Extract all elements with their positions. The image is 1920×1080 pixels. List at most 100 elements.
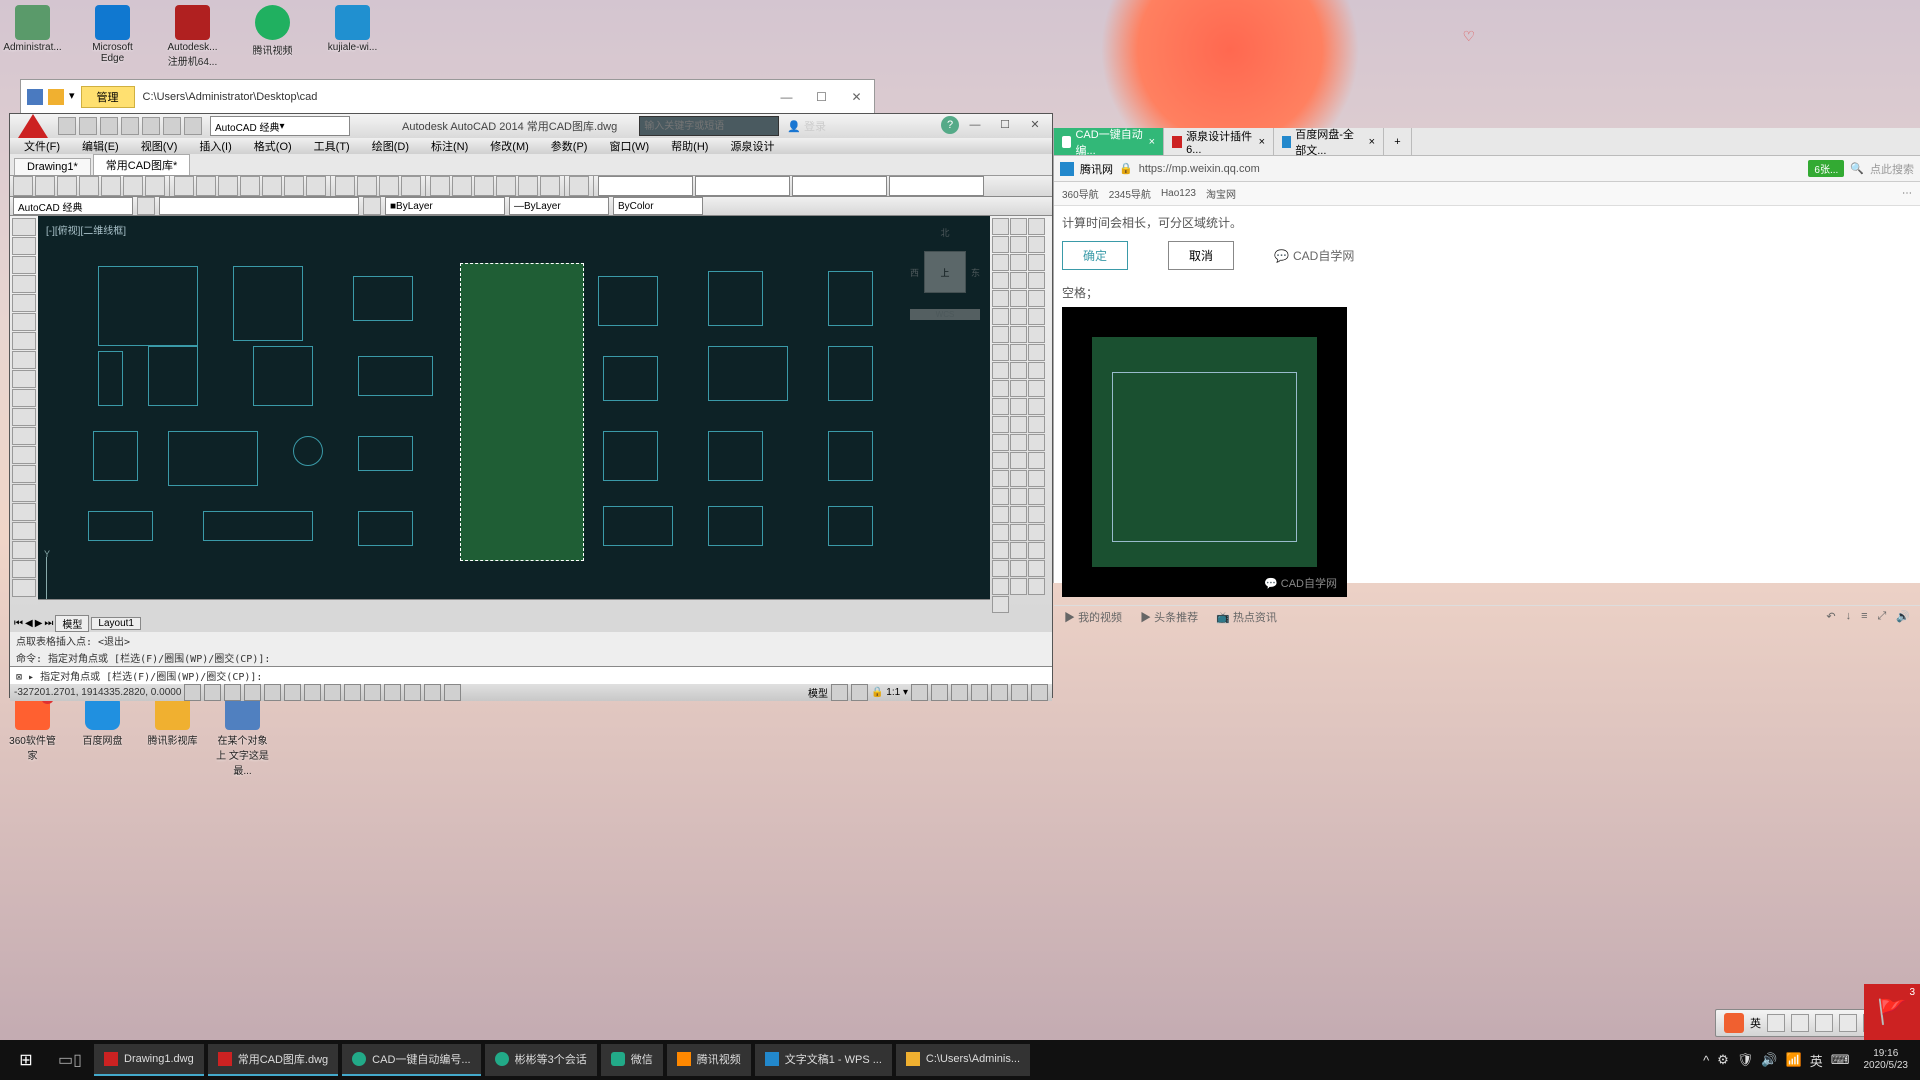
tb-copy-icon[interactable] — [174, 176, 194, 196]
explorer-window[interactable]: ▾ 管理 C:\Users\Administrator\Desktop\cad … — [20, 79, 875, 114]
search-icon[interactable]: 🔍 — [1850, 162, 1864, 175]
tb-zoomw-icon[interactable] — [357, 176, 377, 196]
block-item[interactable] — [828, 346, 873, 401]
tb-qc-icon[interactable] — [540, 176, 560, 196]
taskbar-explorer[interactable]: C:\Users\Adminis... — [896, 1044, 1030, 1076]
tb-dc-icon[interactable] — [452, 176, 472, 196]
desktop-icon-autodesk-keygen[interactable]: Autodesk... 注册机64... — [165, 5, 220, 68]
tb-preview-icon[interactable] — [101, 176, 121, 196]
dim22-icon[interactable] — [1010, 434, 1027, 451]
qat-save-icon[interactable] — [100, 117, 118, 135]
revcloud-icon[interactable] — [12, 351, 36, 369]
menu-file[interactable]: 文件(F) — [14, 138, 70, 154]
menu-insert[interactable]: 插入(I) — [189, 138, 241, 154]
trim-icon[interactable] — [992, 272, 1009, 289]
block-icon[interactable] — [12, 446, 36, 464]
erase-icon[interactable] — [992, 218, 1009, 235]
taskbar-drawing1[interactable]: Drawing1.dwg — [94, 1044, 204, 1076]
explorer-minimize[interactable]: — — [769, 82, 804, 112]
dim45-icon[interactable] — [992, 578, 1009, 595]
dim3-icon[interactable] — [992, 326, 1009, 343]
dim48-icon[interactable] — [992, 596, 1009, 613]
tb-paste-icon[interactable] — [196, 176, 216, 196]
dim23-icon[interactable] — [1028, 434, 1045, 451]
autocad-logo-icon[interactable] — [18, 114, 48, 138]
am-toggle[interactable] — [444, 684, 461, 701]
move-icon[interactable] — [1028, 236, 1045, 253]
dim11-icon[interactable] — [1028, 362, 1045, 379]
dim29-icon[interactable] — [1028, 470, 1045, 487]
explorer-quickaccess[interactable]: ▾ — [21, 89, 81, 105]
dyn-toggle[interactable] — [344, 684, 361, 701]
tab-model[interactable]: 模型 — [55, 615, 89, 632]
tray-icon[interactable]: ⚙ — [1717, 1052, 1729, 1068]
block-item[interactable] — [253, 346, 313, 406]
chamfer-icon[interactable] — [1010, 290, 1027, 307]
block-item[interactable] — [708, 506, 763, 546]
explorer-path[interactable]: C:\Users\Administrator\Desktop\cad — [135, 91, 769, 103]
menu-dimension[interactable]: 标注(N) — [421, 138, 478, 154]
dim39-icon[interactable] — [992, 542, 1009, 559]
block-item[interactable] — [233, 266, 303, 341]
break-icon[interactable] — [1028, 272, 1045, 289]
search-input[interactable] — [639, 116, 779, 136]
tb-redo-icon[interactable] — [284, 176, 304, 196]
selection-rectangle[interactable] — [460, 263, 584, 561]
copy-icon[interactable] — [1010, 218, 1027, 235]
desktop-icon-textdoc[interactable]: 在某个对象上 文字这是最... — [215, 695, 270, 777]
status-icon[interactable] — [951, 684, 968, 701]
tb-cut-icon[interactable] — [145, 176, 165, 196]
dim30-icon[interactable] — [992, 488, 1009, 505]
ime-btn[interactable] — [1815, 1014, 1833, 1032]
block-item[interactable] — [708, 271, 763, 326]
block-item[interactable] — [358, 356, 433, 396]
menu-window[interactable]: 窗口(W) — [599, 138, 659, 154]
workspace-combo[interactable]: AutoCAD 经典 — [13, 197, 133, 215]
status-clean-icon[interactable] — [1031, 684, 1048, 701]
tb-zoom-icon[interactable] — [335, 176, 355, 196]
tab-drawing1[interactable]: Drawing1* — [14, 158, 91, 175]
cad-titlebar[interactable]: AutoCAD 经典 ▾ Autodesk AutoCAD 2014 常用CAD… — [10, 114, 1052, 138]
tray-ime-icon[interactable]: 英 — [1810, 1051, 1823, 1070]
viewcube[interactable]: 北 西上东 WCS — [910, 226, 980, 336]
cad-close[interactable]: ✕ — [1021, 116, 1049, 136]
tpy-toggle[interactable] — [384, 684, 401, 701]
addsel-icon[interactable] — [12, 579, 36, 597]
gradient-icon[interactable] — [12, 503, 36, 521]
dim18-icon[interactable] — [992, 416, 1009, 433]
annotation-scale[interactable]: 🔒 1:1 ▾ — [871, 687, 908, 698]
horizontal-scrollbar[interactable] — [38, 599, 990, 615]
tray-up-icon[interactable]: ^ — [1703, 1053, 1709, 1068]
dim4-icon[interactable] — [1010, 326, 1027, 343]
tray-keyboard-icon[interactable]: ⌨ — [1831, 1052, 1850, 1068]
notification-badge[interactable]: 🚩 3 — [1864, 984, 1920, 1040]
block-item[interactable] — [358, 511, 413, 546]
dim2-icon[interactable] — [1028, 308, 1045, 325]
menu-parametric[interactable]: 参数(P) — [541, 138, 598, 154]
tb-zoome-icon[interactable] — [401, 176, 421, 196]
dim1-icon[interactable] — [1010, 308, 1027, 325]
dim15-icon[interactable] — [992, 398, 1009, 415]
insert-icon[interactable] — [12, 427, 36, 445]
ortho-toggle[interactable] — [224, 684, 241, 701]
ellipsearc-icon[interactable] — [12, 408, 36, 426]
dim40-icon[interactable] — [1010, 542, 1027, 559]
dim6-icon[interactable] — [992, 344, 1009, 361]
line-icon[interactable] — [12, 218, 36, 236]
array-icon[interactable] — [1010, 236, 1027, 253]
dim38-icon[interactable] — [1028, 524, 1045, 541]
dim19-icon[interactable] — [1010, 416, 1027, 433]
layout-first-icon[interactable]: ⏮ — [14, 618, 23, 629]
link-headlines[interactable]: ▶ 头条推荐 — [1140, 609, 1198, 625]
tb-markup-icon[interactable] — [518, 176, 538, 196]
wechat-link[interactable]: 💬CAD自学网 — [1274, 247, 1354, 264]
block-item[interactable] — [353, 276, 413, 321]
block-item[interactable] — [828, 271, 873, 326]
dim43-icon[interactable] — [1010, 560, 1027, 577]
dim36-icon[interactable] — [992, 524, 1009, 541]
circle-icon[interactable] — [12, 332, 36, 350]
pline-icon[interactable] — [12, 256, 36, 274]
tb-save-icon[interactable] — [57, 176, 77, 196]
ime-btn[interactable] — [1767, 1014, 1785, 1032]
bookmark-more-icon[interactable]: ⋯ — [1902, 188, 1912, 199]
